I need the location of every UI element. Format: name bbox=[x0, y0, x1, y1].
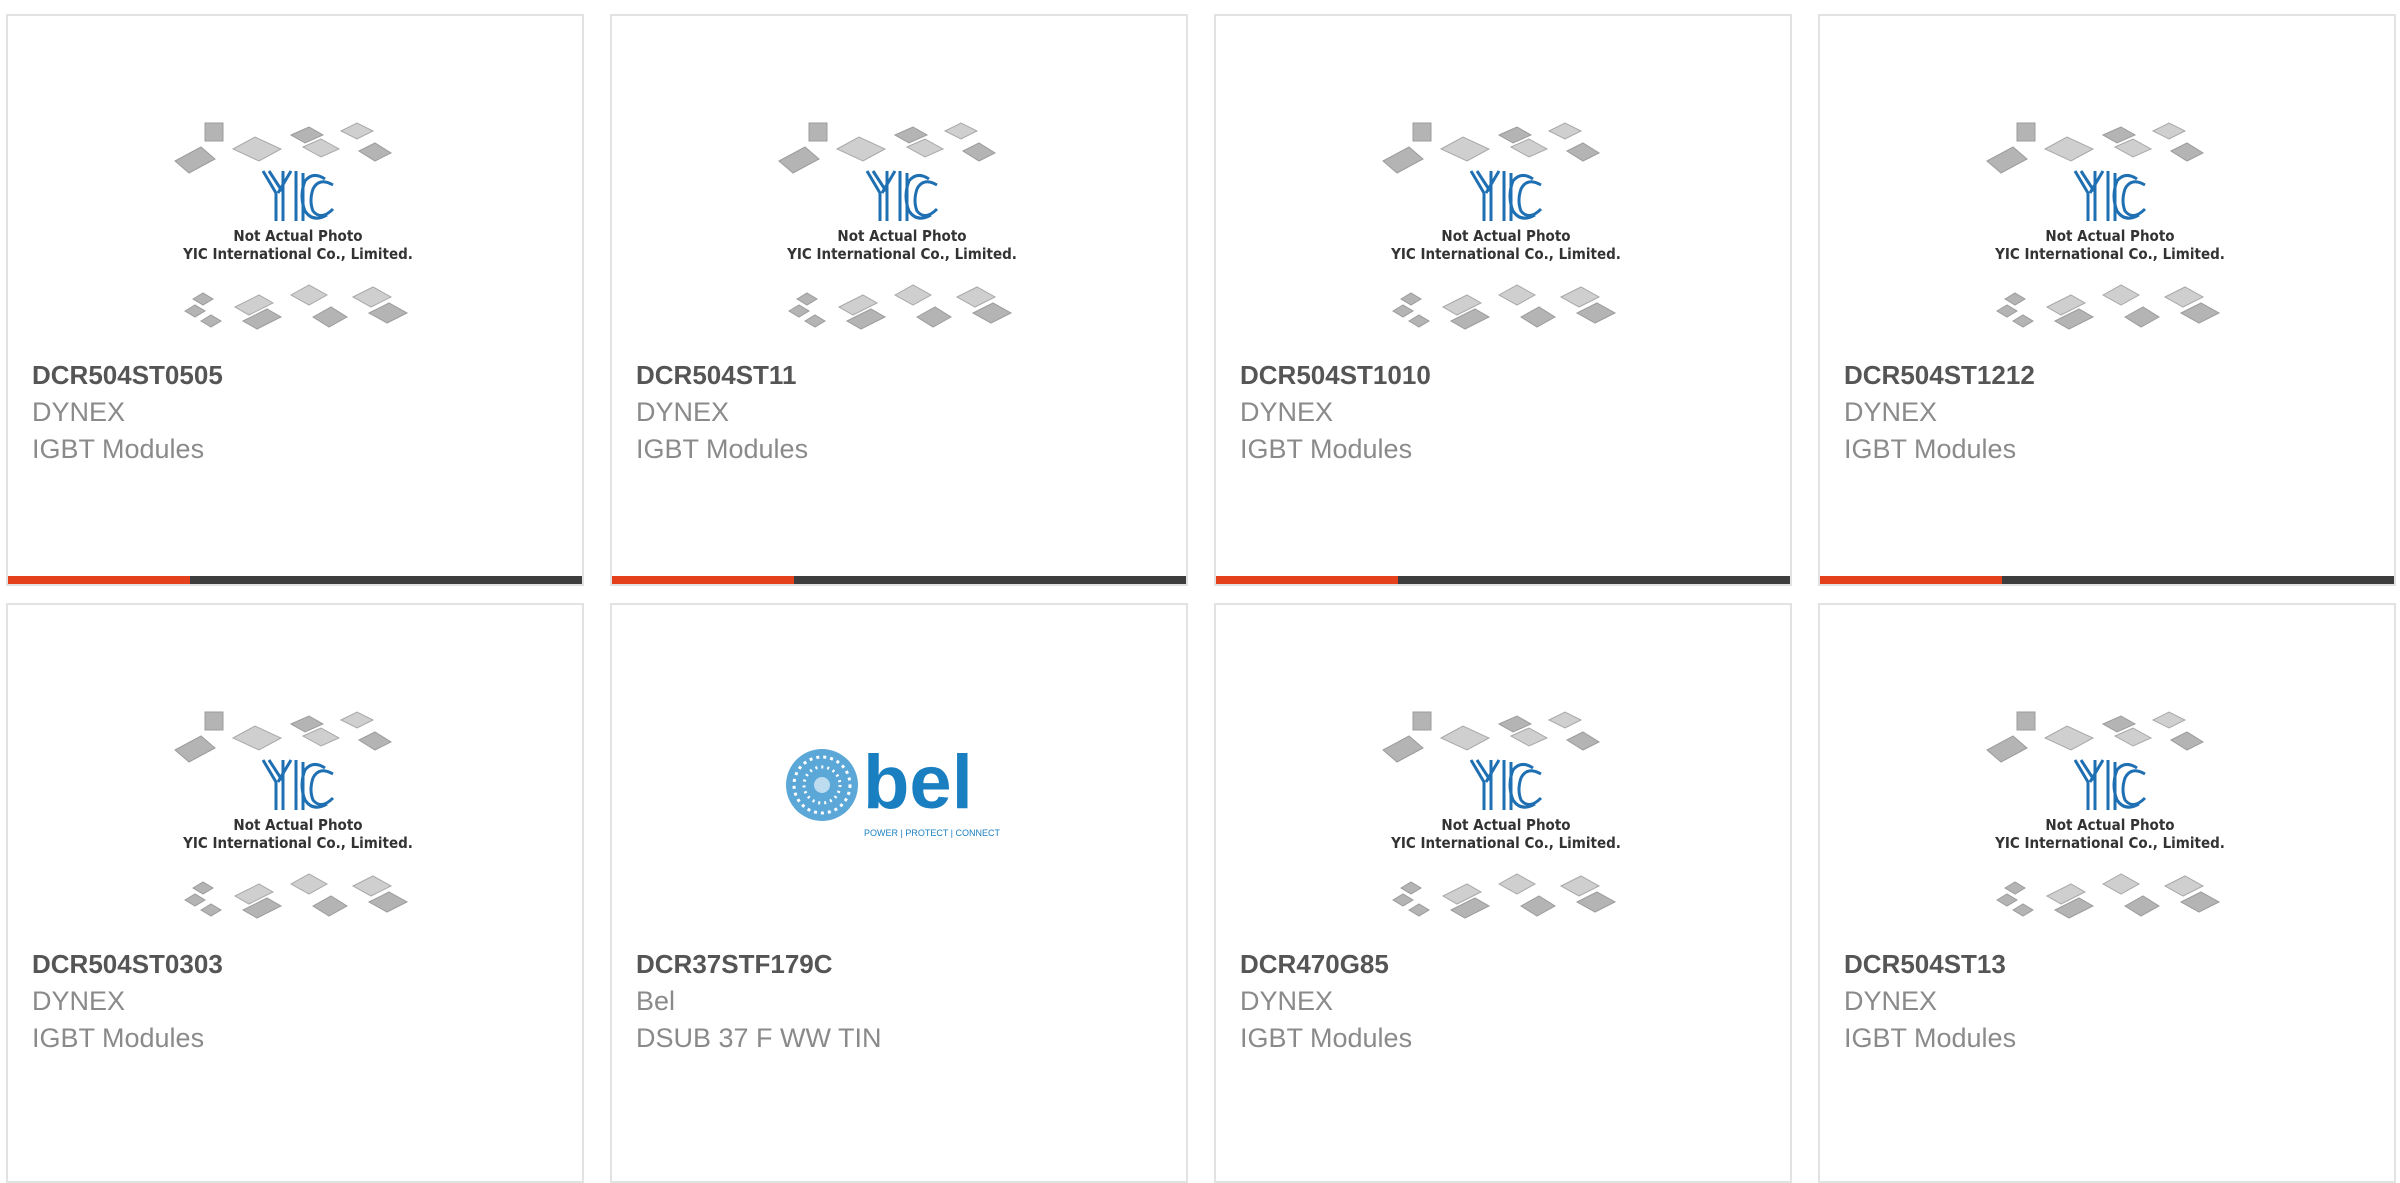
svg-text:YIC International Co., Limited: YIC International Co., Limited. bbox=[1390, 245, 1621, 263]
part-number[interactable]: DCR504ST0505 bbox=[32, 356, 572, 394]
part-number[interactable]: DCR37STF179C bbox=[636, 945, 1176, 983]
yic-placeholder-image: Not Actual Photo YIC International Co., … bbox=[1382, 122, 1621, 330]
product-image: Not Actual Photo YIC International Co., … bbox=[163, 101, 433, 361]
product-card[interactable]: Not Actual Photo YIC International Co., … bbox=[610, 14, 1188, 586]
product-image: bel POWER | PROTECT | CONNECT bbox=[767, 690, 1037, 950]
svg-text:Not Actual Photo: Not Actual Photo bbox=[1441, 816, 1570, 834]
svg-text:YIC International Co., Limited: YIC International Co., Limited. bbox=[182, 245, 413, 263]
product-card[interactable]: Not Actual Photo YIC International Co., … bbox=[1214, 603, 1792, 1183]
part-number[interactable]: DCR504ST13 bbox=[1844, 945, 2384, 983]
yic-placeholder-image: Not Actual Photo YIC International Co., … bbox=[174, 122, 413, 330]
card-bottom-bar bbox=[1820, 576, 2394, 584]
part-number[interactable]: DCR504ST1212 bbox=[1844, 356, 2384, 394]
category: IGBT Modules bbox=[32, 434, 205, 464]
svg-text:Not Actual Photo: Not Actual Photo bbox=[2045, 227, 2174, 245]
category: IGBT Modules bbox=[1844, 434, 2017, 464]
product-card[interactable]: Not Actual Photo YIC International Co., … bbox=[1818, 14, 2396, 586]
yic-placeholder-image: Not Actual Photo YIC International Co., … bbox=[1986, 711, 2225, 919]
manufacturer: DYNEX bbox=[1844, 986, 1938, 1016]
part-number[interactable]: DCR470G85 bbox=[1240, 945, 1780, 983]
manufacturer: DYNEX bbox=[636, 397, 730, 427]
product-card[interactable]: bel POWER | PROTECT | CONNECT DCR37STF17… bbox=[610, 603, 1188, 1183]
svg-text:Not Actual Photo: Not Actual Photo bbox=[837, 227, 966, 245]
product-image: Not Actual Photo YIC International Co., … bbox=[1371, 690, 1641, 950]
svg-text:YIC International Co., Limited: YIC International Co., Limited. bbox=[786, 245, 1017, 263]
part-number[interactable]: DCR504ST1010 bbox=[1240, 356, 1780, 394]
product-image: Not Actual Photo YIC International Co., … bbox=[1975, 101, 2245, 361]
product-card[interactable]: Not Actual Photo YIC International Co., … bbox=[1818, 603, 2396, 1183]
svg-text:YIC International Co., Limited: YIC International Co., Limited. bbox=[1390, 834, 1621, 852]
yic-placeholder-image: Not Actual Photo YIC International Co., … bbox=[1986, 122, 2225, 330]
yic-placeholder-image: Not Actual Photo YIC International Co., … bbox=[778, 122, 1017, 330]
bel-wordmark: bel bbox=[863, 740, 973, 825]
manufacturer: DYNEX bbox=[32, 986, 126, 1016]
category: IGBT Modules bbox=[1240, 1023, 1413, 1053]
card-bottom-bar bbox=[1216, 576, 1790, 584]
card-bottom-bar bbox=[612, 576, 1186, 584]
card-bottom-bar bbox=[8, 576, 582, 584]
svg-text:Not Actual Photo: Not Actual Photo bbox=[233, 816, 362, 834]
yic-placeholder-image: Not Actual Photo YIC International Co., … bbox=[1382, 711, 1621, 919]
product-card[interactable]: Not Actual Photo YIC International Co., … bbox=[1214, 14, 1792, 586]
product-card[interactable]: Not Actual Photo YIC International Co., … bbox=[6, 603, 584, 1183]
part-number[interactable]: DCR504ST0303 bbox=[32, 945, 572, 983]
svg-text:YIC International Co., Limited: YIC International Co., Limited. bbox=[1994, 245, 2225, 263]
category: IGBT Modules bbox=[636, 434, 809, 464]
part-number[interactable]: DCR504ST11 bbox=[636, 356, 1176, 394]
bel-globe-icon bbox=[786, 749, 858, 821]
svg-text:Not Actual Photo: Not Actual Photo bbox=[1441, 227, 1570, 245]
product-image: Not Actual Photo YIC International Co., … bbox=[1975, 690, 2245, 950]
manufacturer: DYNEX bbox=[1240, 397, 1334, 427]
manufacturer: Bel bbox=[636, 986, 676, 1016]
product-grid: Not Actual Photo YIC International Co., … bbox=[0, 0, 2400, 1183]
svg-text:Not Actual Photo: Not Actual Photo bbox=[2045, 816, 2174, 834]
manufacturer: DYNEX bbox=[1844, 397, 1938, 427]
category: IGBT Modules bbox=[32, 1023, 205, 1053]
product-image: Not Actual Photo YIC International Co., … bbox=[1371, 101, 1641, 361]
manufacturer: DYNEX bbox=[1240, 986, 1334, 1016]
svg-text:YIC International Co., Limited: YIC International Co., Limited. bbox=[182, 834, 413, 852]
accent-bar bbox=[1820, 576, 2002, 584]
accent-bar bbox=[8, 576, 190, 584]
product-image: Not Actual Photo YIC International Co., … bbox=[163, 690, 433, 950]
accent-bar bbox=[612, 576, 794, 584]
accent-bar bbox=[1216, 576, 1398, 584]
bel-logo-image: bel POWER | PROTECT | CONNECT bbox=[786, 740, 1001, 838]
yic-placeholder-image: Not Actual Photo YIC International Co., … bbox=[174, 711, 413, 919]
category: IGBT Modules bbox=[1240, 434, 1413, 464]
svg-text:Not Actual Photo: Not Actual Photo bbox=[233, 227, 362, 245]
product-image: Not Actual Photo YIC International Co., … bbox=[767, 101, 1037, 361]
svg-text:YIC International Co., Limited: YIC International Co., Limited. bbox=[1994, 834, 2225, 852]
category: DSUB 37 F WW TIN bbox=[636, 1023, 882, 1053]
bel-tagline: POWER | PROTECT | CONNECT bbox=[864, 828, 1001, 838]
category: IGBT Modules bbox=[1844, 1023, 2017, 1053]
product-card[interactable]: Not Actual Photo YIC International Co., … bbox=[6, 14, 584, 586]
manufacturer: DYNEX bbox=[32, 397, 126, 427]
